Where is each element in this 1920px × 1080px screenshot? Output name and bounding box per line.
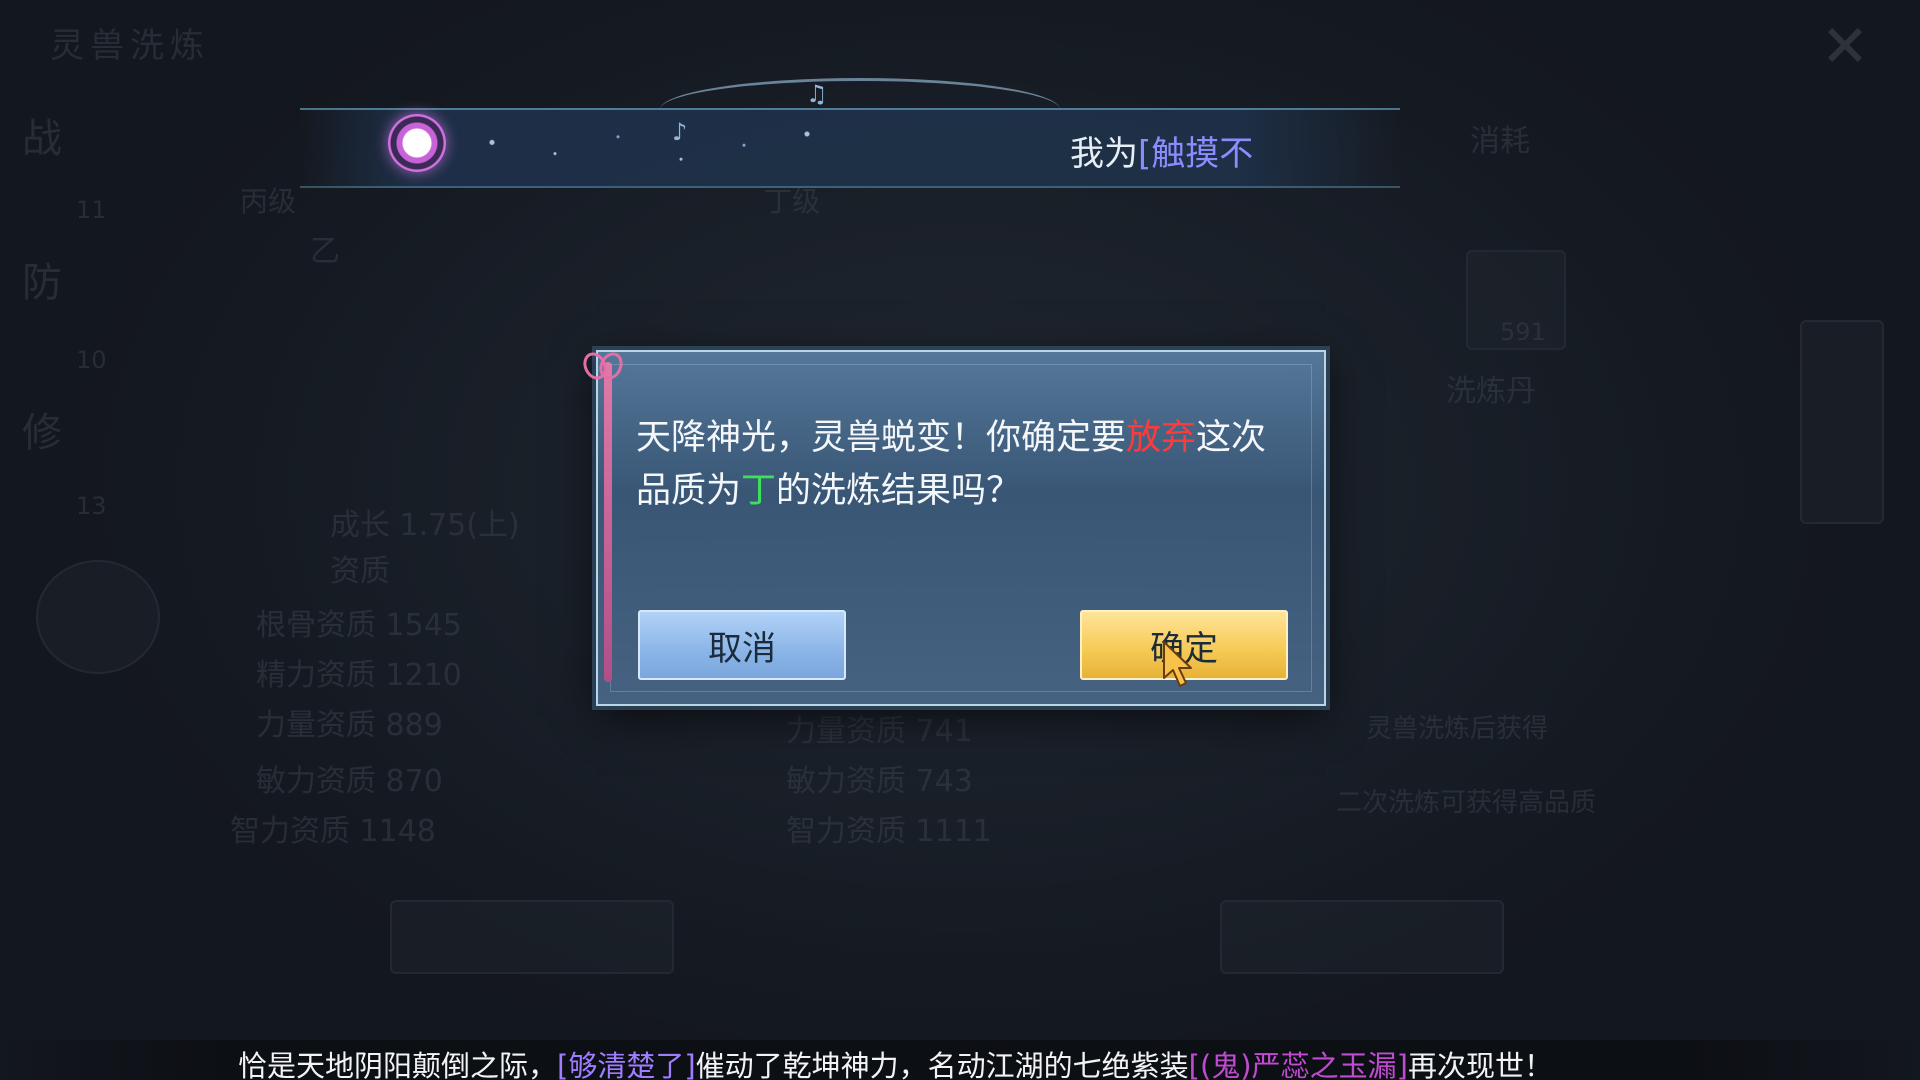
ticker-player-name: [够清楚了] <box>557 1049 696 1080</box>
mouse-cursor-icon <box>1163 641 1192 687</box>
broadcast-prefix: 我为 <box>1070 134 1138 174</box>
message-abandon-word: 放弃 <box>1126 418 1197 458</box>
ticker-text-3: 再次现世！ <box>1407 1049 1553 1080</box>
cancel-button[interactable]: 取消 <box>638 610 846 680</box>
broadcast-player-name: [触摸不 <box>1138 134 1254 174</box>
message-grade: 丁 <box>741 471 777 511</box>
ticker-item-name: [(鬼)严蕊之玉漏] <box>1188 1049 1408 1080</box>
music-note-icon: ♪ <box>672 118 688 146</box>
broadcast-text: 我为[触摸不 <box>1070 126 1253 175</box>
game-screen: 灵兽洗炼 战 11 防 10 修 13 消耗 丙级 丁级 乙 成长 1.75(上… <box>0 0 1920 1080</box>
confirm-dialog: 天降神光，灵兽蜕变！你确定要放弃这次品质为丁的洗炼结果吗？ 取消 确定 <box>596 350 1326 706</box>
ticker-text-1: 恰是天地阴阳颠倒之际， <box>238 1049 558 1080</box>
music-note-icon: ♫ <box>806 80 828 108</box>
message-text-3: 的洗炼结果吗？ <box>776 471 1022 511</box>
music-disc-icon[interactable] <box>388 114 446 172</box>
ribbon-decoration <box>604 362 612 682</box>
broadcast-sparkles <box>450 120 870 176</box>
bow-ribbon-icon <box>584 346 620 382</box>
ticker-text-2: 催动了乾坤神力，名动江湖的七绝紫装 <box>695 1049 1189 1080</box>
system-ticker-text: 恰是天地阴阳颠倒之际，[够清楚了]催动了乾坤神力，名动江湖的七绝紫装[(鬼)严蕊… <box>238 1043 1553 1080</box>
dialog-message: 天降神光，灵兽蜕变！你确定要放弃这次品质为丁的洗炼结果吗？ <box>636 412 1296 518</box>
message-text-1: 天降神光，灵兽蜕变！你确定要 <box>636 418 1127 458</box>
